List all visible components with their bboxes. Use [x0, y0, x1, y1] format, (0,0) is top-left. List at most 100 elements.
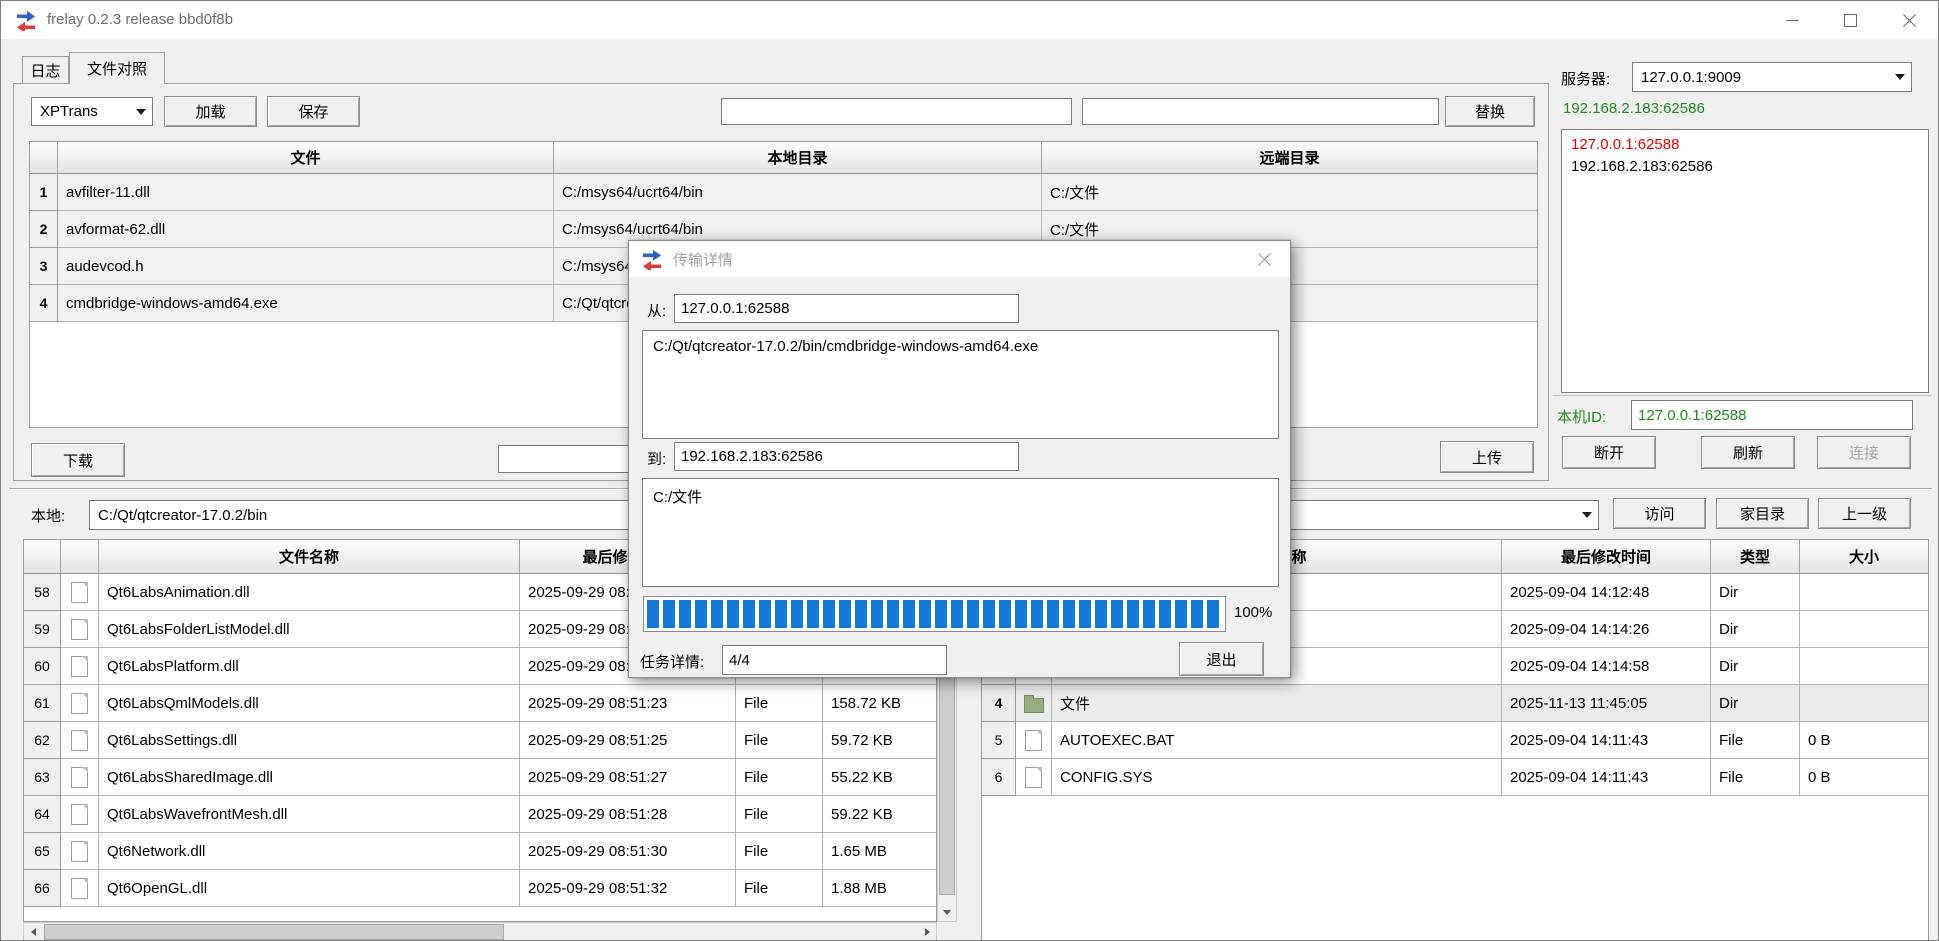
- visit-button[interactable]: 访问: [1613, 498, 1706, 529]
- close-icon: [1902, 13, 1917, 28]
- cell-remote-dir: C:/文件: [1042, 174, 1537, 211]
- cell-type: Dir: [1711, 574, 1800, 611]
- to-input[interactable]: [674, 442, 1019, 471]
- cell-modified: 2025-09-29 08:51:23: [520, 685, 736, 722]
- replace-input[interactable]: [1082, 98, 1439, 125]
- header-size[interactable]: 大小: [1800, 540, 1928, 574]
- cell-file: avformat-62.dll: [58, 211, 554, 248]
- file-icon: [71, 841, 88, 862]
- load-button[interactable]: 加载: [164, 96, 257, 127]
- cell-type: Dir: [1711, 611, 1800, 648]
- cell-name: Qt6OpenGL.dll: [99, 870, 520, 907]
- cell-modified: 2025-11-13 11:45:05: [1502, 685, 1711, 722]
- row-number: 60: [24, 648, 61, 685]
- cell-modified: 2025-09-04 14:11:43: [1502, 722, 1711, 759]
- maximize-icon: [1844, 14, 1857, 27]
- disconnect-button[interactable]: 断开: [1562, 436, 1656, 469]
- header-file-name[interactable]: 文件名称: [99, 540, 520, 574]
- table-row[interactable]: 66 Qt6OpenGL.dll 2025-09-29 08:51:32 Fil…: [24, 870, 936, 907]
- cell-type: Dir: [1711, 685, 1800, 722]
- home-button[interactable]: 家目录: [1716, 498, 1809, 529]
- header-modified[interactable]: 最后修改时间: [1502, 540, 1711, 574]
- cell-type: File: [736, 685, 823, 722]
- window-title: frelay 0.2.3 release bbd0f8b: [47, 11, 233, 28]
- from-path-box[interactable]: C:/Qt/qtcreator-17.0.2/bin/cmdbridge-win…: [642, 330, 1279, 439]
- file-icon-cell: [61, 648, 99, 685]
- replace-button[interactable]: 替换: [1445, 96, 1535, 127]
- file-icon-cell: [61, 574, 99, 611]
- table-row[interactable]: 65 Qt6Network.dll 2025-09-29 08:51:30 Fi…: [24, 833, 936, 870]
- save-button[interactable]: 保存: [267, 96, 360, 127]
- file-icon: [71, 693, 88, 714]
- cell-size: 55.22 KB: [823, 759, 936, 796]
- row-number: 6: [982, 759, 1016, 796]
- progress-fill: [647, 600, 1222, 628]
- header-type[interactable]: 类型: [1711, 540, 1800, 574]
- download-button[interactable]: 下载: [31, 443, 125, 477]
- scroll-thumb[interactable]: [44, 924, 504, 940]
- dialog-title-bar: 传输详情: [629, 241, 1290, 277]
- icon-header: [61, 540, 99, 574]
- file-icon: [71, 582, 88, 603]
- exit-button[interactable]: 退出: [1179, 642, 1264, 676]
- close-button[interactable]: [1879, 1, 1939, 39]
- cell-size: 59.22 KB: [823, 796, 936, 833]
- task-input[interactable]: [722, 645, 947, 675]
- cell-name: 文件: [1052, 685, 1502, 722]
- preset-select[interactable]: XPTrans: [31, 97, 153, 126]
- table-row[interactable]: 61 Qt6LabsQmlModels.dll 2025-09-29 08:51…: [24, 685, 936, 722]
- cell-size: 158.72 KB: [823, 685, 936, 722]
- close-icon: [1257, 252, 1272, 267]
- tab-file-compare[interactable]: 文件对照: [69, 52, 165, 84]
- header-file[interactable]: 文件: [58, 142, 554, 174]
- table-row[interactable]: 62 Qt6LabsSettings.dll 2025-09-29 08:51:…: [24, 722, 936, 759]
- maximize-button[interactable]: [1821, 1, 1879, 39]
- table-row[interactable]: 63 Qt6LabsSharedImage.dll 2025-09-29 08:…: [24, 759, 936, 796]
- table-row[interactable]: 64 Qt6LabsWavefrontMesh.dll 2025-09-29 0…: [24, 796, 936, 833]
- row-number: 5: [982, 722, 1016, 759]
- server-select[interactable]: 127.0.0.1:9009: [1632, 62, 1912, 92]
- minimize-button[interactable]: [1763, 1, 1821, 39]
- cell-name: Qt6LabsSharedImage.dll: [99, 759, 520, 796]
- horizontal-scrollbar[interactable]: [23, 922, 937, 941]
- scroll-right-button[interactable]: [918, 923, 936, 941]
- refresh-button[interactable]: 刷新: [1701, 436, 1795, 469]
- cell-name: Qt6LabsQmlModels.dll: [99, 685, 520, 722]
- cell-type: Dir: [1711, 648, 1800, 685]
- tab-log[interactable]: 日志: [22, 56, 69, 83]
- upload-button[interactable]: 上传: [1440, 441, 1534, 473]
- peer-list[interactable]: 127.0.0.1:62588192.168.2.183:62586: [1561, 129, 1929, 393]
- to-label: 到:: [647, 447, 666, 469]
- cell-modified: 2025-09-29 08:51:27: [520, 759, 736, 796]
- table-row[interactable]: 6 CONFIG.SYS 2025-09-04 14:11:43 File 0 …: [982, 759, 1928, 796]
- header-remote-dir[interactable]: 远端目录: [1042, 142, 1537, 174]
- connect-button[interactable]: 连接: [1817, 436, 1911, 469]
- local-id-input[interactable]: [1631, 400, 1913, 430]
- chevron-down-icon[interactable]: [1576, 501, 1598, 529]
- chevron-down-icon[interactable]: [1889, 63, 1911, 91]
- cell-type: File: [1711, 722, 1800, 759]
- header-local-dir[interactable]: 本地目录: [554, 142, 1042, 174]
- table-row[interactable]: 4 文件 2025-11-13 11:45:05 Dir: [982, 685, 1928, 722]
- peer-item[interactable]: 127.0.0.1:62588: [1571, 134, 1919, 156]
- peer-list-body: 127.0.0.1:62588192.168.2.183:62586: [1571, 134, 1919, 178]
- table-row[interactable]: 5 AUTOEXEC.BAT 2025-09-04 14:11:43 File …: [982, 722, 1928, 759]
- to-path-box[interactable]: C:/文件: [642, 478, 1279, 587]
- file-icon: [1025, 767, 1042, 788]
- file-icon: [71, 767, 88, 788]
- up-button[interactable]: 上一级: [1818, 498, 1911, 529]
- scroll-down-button[interactable]: [938, 903, 956, 921]
- scroll-left-button[interactable]: [24, 923, 42, 941]
- cell-modified: 2025-09-29 08:51:25: [520, 722, 736, 759]
- dialog-close-button[interactable]: [1239, 241, 1289, 277]
- row-number: 4: [30, 285, 58, 322]
- from-input[interactable]: [674, 294, 1019, 323]
- local-id-label: 本机ID:: [1557, 405, 1606, 427]
- mapping-row[interactable]: 1 avfilter-11.dll C:/msys64/ucrt64/bin C…: [30, 174, 1537, 211]
- dialog-title: 传输详情: [673, 249, 733, 270]
- file-icon-cell: [61, 759, 99, 796]
- app-window: frelay 0.2.3 release bbd0f8b 日志 文件对照 XPT…: [0, 0, 1939, 941]
- peer-item[interactable]: 192.168.2.183:62586: [1571, 156, 1919, 178]
- find-input[interactable]: [721, 98, 1072, 125]
- chevron-down-icon[interactable]: [130, 98, 152, 125]
